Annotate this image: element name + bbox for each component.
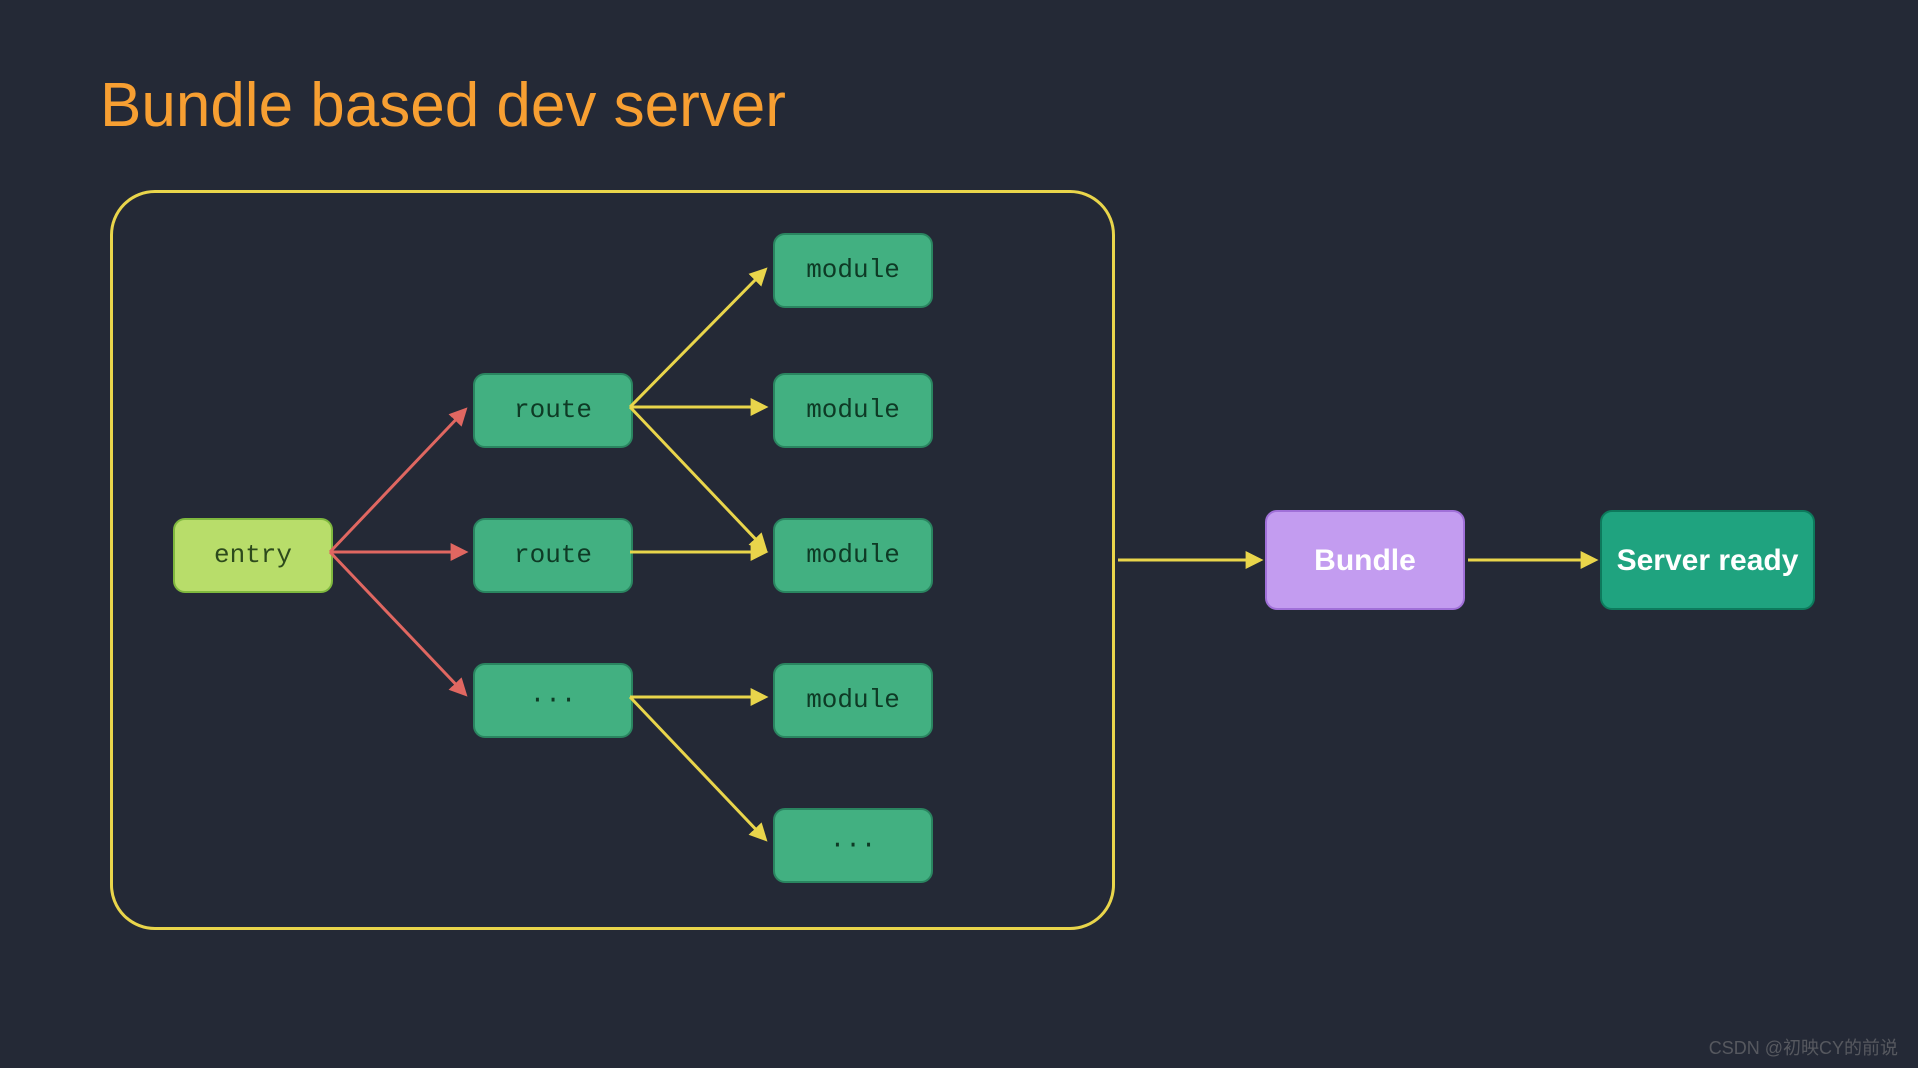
module-node-3: module: [773, 518, 933, 593]
server-ready-node: Server ready: [1600, 510, 1815, 610]
bundle-node: Bundle: [1265, 510, 1465, 610]
entry-node: entry: [173, 518, 333, 593]
module-node-ellipsis: ···: [773, 808, 933, 883]
bundler-container: entry route route ··· module module modu…: [110, 190, 1115, 930]
module-node-1: module: [773, 233, 933, 308]
route-node-ellipsis: ···: [473, 663, 633, 738]
diagram-title: Bundle based dev server: [100, 70, 786, 141]
route-node-1: route: [473, 373, 633, 448]
route-node-2: route: [473, 518, 633, 593]
watermark-text: CSDN @初映CY的前说: [1709, 1034, 1898, 1060]
module-node-2: module: [773, 373, 933, 448]
module-node-4: module: [773, 663, 933, 738]
